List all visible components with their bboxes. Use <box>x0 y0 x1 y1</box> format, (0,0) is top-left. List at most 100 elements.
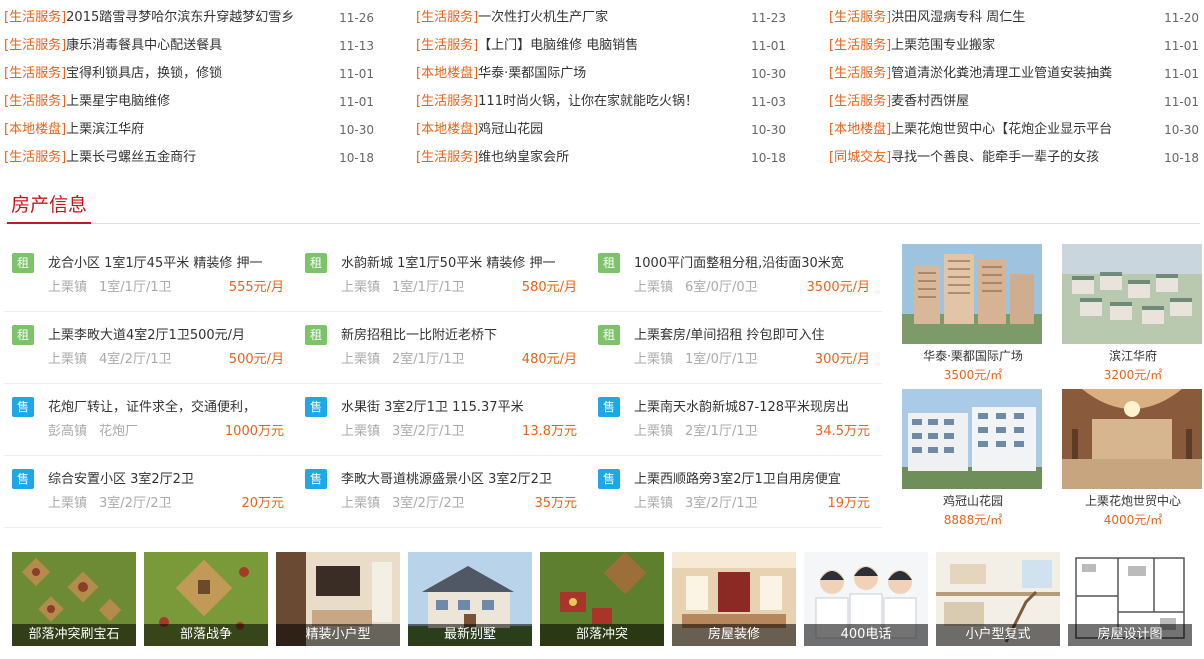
thumbnail-label[interactable]: 小户型复式 <box>936 624 1060 646</box>
news-category[interactable]: [生活服务] <box>4 38 66 53</box>
news-category[interactable]: [本地楼盘] <box>829 122 891 137</box>
listing-item[interactable]: 租 上栗李畋大道4室2厅1卫500元/月 上栗镇 4室/2厅/1卫 500元/月 <box>4 312 284 384</box>
news-category[interactable]: [生活服务] <box>416 150 478 165</box>
news-item[interactable]: [生活服务]管道清淤化粪池清理工业管道安装抽粪 11-01 <box>829 60 1199 88</box>
news-item[interactable]: [本地楼盘]上栗滨江华府 10-30 <box>4 116 374 144</box>
thumbnail-card[interactable]: 精装小户型 <box>276 552 400 646</box>
listing-title[interactable]: 上栗李畋大道4室2厅1卫500元/月 <box>48 324 284 343</box>
listing-item[interactable]: 租 新房招租比一比附近老桥下 上栗镇 2室/1厅/1卫 480元/月 <box>297 312 577 384</box>
news-title[interactable]: 2015踏雪寻梦哈尔滨东升穿越梦幻雪乡 <box>66 4 294 32</box>
featured-property[interactable]: 滨江华府 3200元/㎡ <box>1062 244 1204 382</box>
news-item[interactable]: [生活服务]麦香村西饼屋 11-01 <box>829 88 1199 116</box>
news-category[interactable]: [生活服务] <box>4 66 66 81</box>
listing-item[interactable]: 租 1000平门面整租分租,沿街面30米宽 上栗镇 6室/0厅/0卫 3500元/… <box>590 240 870 312</box>
news-category[interactable]: [生活服务] <box>416 38 478 53</box>
news-item[interactable]: [生活服务]【上门】电脑维修 电脑销售 11-01 <box>416 32 786 60</box>
news-title[interactable]: 康乐消毒餐具中心配送餐具 <box>66 32 222 60</box>
news-category[interactable]: [生活服务] <box>4 94 66 109</box>
listing-item[interactable]: 售 上栗西顺路旁3室2厅1卫自用房便宜 上栗镇 3室/2厅/1卫 19万元 <box>590 456 870 528</box>
listing-title[interactable]: 花炮厂转让，证件求全，交通便利， <box>48 396 284 415</box>
news-item[interactable]: [本地楼盘]上栗花炮世贸中心【花炮企业显示平台 10-30 <box>829 116 1199 144</box>
news-category[interactable]: [生活服务] <box>4 10 66 25</box>
thumbnail-label[interactable]: 部落战争 <box>144 624 268 646</box>
listing-title[interactable]: 水果街 3室2厅1卫 115.37平米 <box>341 396 577 415</box>
news-title[interactable]: 洪田风湿病专科 周仁生 <box>891 4 1025 32</box>
news-item[interactable]: [本地楼盘]鸡冠山花园 10-30 <box>416 116 786 144</box>
news-title[interactable]: 宝得利锁具店，换锁，修锁 <box>66 60 222 88</box>
property-name[interactable]: 上栗花炮世贸中心 <box>1062 493 1204 509</box>
listing-item[interactable]: 租 上栗套房/单间招租 拎包即可入住 上栗镇 1室/0厅/1卫 300元/月 <box>590 312 870 384</box>
thumbnail-card[interactable]: 房屋设计图 <box>1068 552 1192 646</box>
thumbnail-label[interactable]: 房屋装修 <box>672 624 796 646</box>
listing-title[interactable]: 综合安置小区 3室2厅2卫 <box>48 468 284 487</box>
news-item[interactable]: [本地楼盘]华泰·栗都国际广场 10-30 <box>416 60 786 88</box>
news-category[interactable]: [同城交友] <box>829 150 891 165</box>
news-title[interactable]: 鸡冠山花园 <box>478 116 543 144</box>
news-category[interactable]: [生活服务] <box>829 38 891 53</box>
news-item[interactable]: [生活服务]洪田风湿病专科 周仁生 11-20 <box>829 4 1199 32</box>
news-category[interactable]: [生活服务] <box>416 10 478 25</box>
listing-title[interactable]: 水韵新城 1室1厅50平米 精装修 押一 <box>341 252 577 271</box>
news-title[interactable]: 寻找一个善良、能牵手一辈子的女孩 <box>891 144 1099 172</box>
featured-property[interactable]: 上栗花炮世贸中心 4000元/㎡ <box>1062 389 1204 527</box>
news-item[interactable]: [生活服务]一次性打火机生产厂家 11-23 <box>416 4 786 32</box>
listing-item[interactable]: 租 龙合小区 1室1厅45平米 精装修 押一 上栗镇 1室/1厅/1卫 555元/… <box>4 240 284 312</box>
news-title[interactable]: 【上门】电脑维修 电脑销售 <box>478 32 638 60</box>
news-category[interactable]: [本地楼盘] <box>4 122 66 137</box>
news-title[interactable]: 管道清淤化粪池清理工业管道安装抽粪 <box>891 60 1112 88</box>
news-title[interactable]: 上栗范围专业搬家 <box>891 32 995 60</box>
news-item[interactable]: [生活服务]111时尚火锅，让你在家就能吃火锅！ 11-03 <box>416 88 786 116</box>
property-name[interactable]: 华泰·栗都国际广场 <box>902 348 1044 364</box>
news-category[interactable]: [生活服务] <box>416 94 478 109</box>
thumbnail-card[interactable]: 最新别墅 <box>408 552 532 646</box>
news-item[interactable]: [生活服务]康乐消毒餐具中心配送餐具 11-13 <box>4 32 374 60</box>
news-item[interactable]: [生活服务]维也纳皇家会所 10-18 <box>416 144 786 172</box>
listing-item[interactable]: 租 水韵新城 1室1厅50平米 精装修 押一 上栗镇 1室/1厅/1卫 580元/… <box>297 240 577 312</box>
news-title[interactable]: 111时尚火锅，让你在家就能吃火锅！ <box>478 88 698 116</box>
news-title[interactable]: 上栗滨江华府 <box>66 116 144 144</box>
news-title[interactable]: 上栗长弓螺丝五金商行 <box>66 144 196 172</box>
listing-title[interactable]: 上栗南天水韵新城87-128平米现房出 <box>634 396 870 415</box>
news-title[interactable]: 上栗星宇电脑维修 <box>66 88 170 116</box>
listing-title[interactable]: 李畋大哥道桃源盛景小区 3室2厅2卫 <box>341 468 577 487</box>
news-title[interactable]: 华泰·栗都国际广场 <box>478 60 586 88</box>
news-title[interactable]: 麦香村西饼屋 <box>891 88 969 116</box>
listing-item[interactable]: 售 上栗南天水韵新城87-128平米现房出 上栗镇 2室/1厅/1卫 34.5万元 <box>590 384 870 456</box>
thumbnail-card[interactable]: 部落冲突 <box>540 552 664 646</box>
thumbnail-card[interactable]: 房屋装修 <box>672 552 796 646</box>
listing-item[interactable]: 售 李畋大哥道桃源盛景小区 3室2厅2卫 上栗镇 3室/2厅/2卫 35万元 <box>297 456 577 528</box>
building-photo[interactable] <box>1062 244 1202 344</box>
news-category[interactable]: [生活服务] <box>829 66 891 81</box>
thumbnail-label[interactable]: 房屋设计图 <box>1068 624 1192 646</box>
news-category[interactable]: [生活服务] <box>829 94 891 109</box>
thumbnail-card[interactable]: 部落战争 <box>144 552 268 646</box>
thumbnail-label[interactable]: 部落冲突 <box>540 624 664 646</box>
listing-title[interactable]: 1000平门面整租分租,沿街面30米宽 <box>634 252 870 271</box>
news-title[interactable]: 一次性打火机生产厂家 <box>478 4 608 32</box>
listing-title[interactable]: 上栗套房/单间招租 拎包即可入住 <box>634 324 870 343</box>
featured-property[interactable]: 鸡冠山花园 8888元/㎡ <box>902 389 1044 527</box>
building-photo[interactable] <box>902 389 1042 489</box>
thumbnail-label[interactable]: 最新别墅 <box>408 624 532 646</box>
news-item[interactable]: [生活服务]2015踏雪寻梦哈尔滨东升穿越梦幻雪乡 11-26 <box>4 4 374 32</box>
thumbnail-label[interactable]: 400电话 <box>804 624 928 646</box>
property-name[interactable]: 滨江华府 <box>1062 348 1204 364</box>
property-name[interactable]: 鸡冠山花园 <box>902 493 1044 509</box>
thumbnail-card[interactable]: 部落冲突刷宝石 <box>12 552 136 646</box>
news-title[interactable]: 维也纳皇家会所 <box>478 144 569 172</box>
news-category[interactable]: [生活服务] <box>829 10 891 25</box>
news-title[interactable]: 上栗花炮世贸中心【花炮企业显示平台 <box>891 116 1112 144</box>
featured-property[interactable]: 华泰·栗都国际广场 3500元/㎡ <box>902 244 1044 382</box>
thumbnail-label[interactable]: 部落冲突刷宝石 <box>12 624 136 646</box>
building-photo[interactable] <box>902 244 1042 344</box>
news-item[interactable]: [生活服务]上栗星宇电脑维修 11-01 <box>4 88 374 116</box>
news-item[interactable]: [生活服务]上栗范围专业搬家 11-01 <box>829 32 1199 60</box>
news-item[interactable]: [生活服务]上栗长弓螺丝五金商行 10-18 <box>4 144 374 172</box>
news-item[interactable]: [生活服务]宝得利锁具店，换锁，修锁 11-01 <box>4 60 374 88</box>
listing-item[interactable]: 售 综合安置小区 3室2厅2卫 上栗镇 3室/2厅/2卫 20万元 <box>4 456 284 528</box>
thumbnail-card[interactable]: 小户型复式 <box>936 552 1060 646</box>
listing-title[interactable]: 上栗西顺路旁3室2厅1卫自用房便宜 <box>634 468 870 487</box>
news-category[interactable]: [本地楼盘] <box>416 66 478 81</box>
listing-title[interactable]: 新房招租比一比附近老桥下 <box>341 324 577 343</box>
listing-title[interactable]: 龙合小区 1室1厅45平米 精装修 押一 <box>48 252 284 271</box>
